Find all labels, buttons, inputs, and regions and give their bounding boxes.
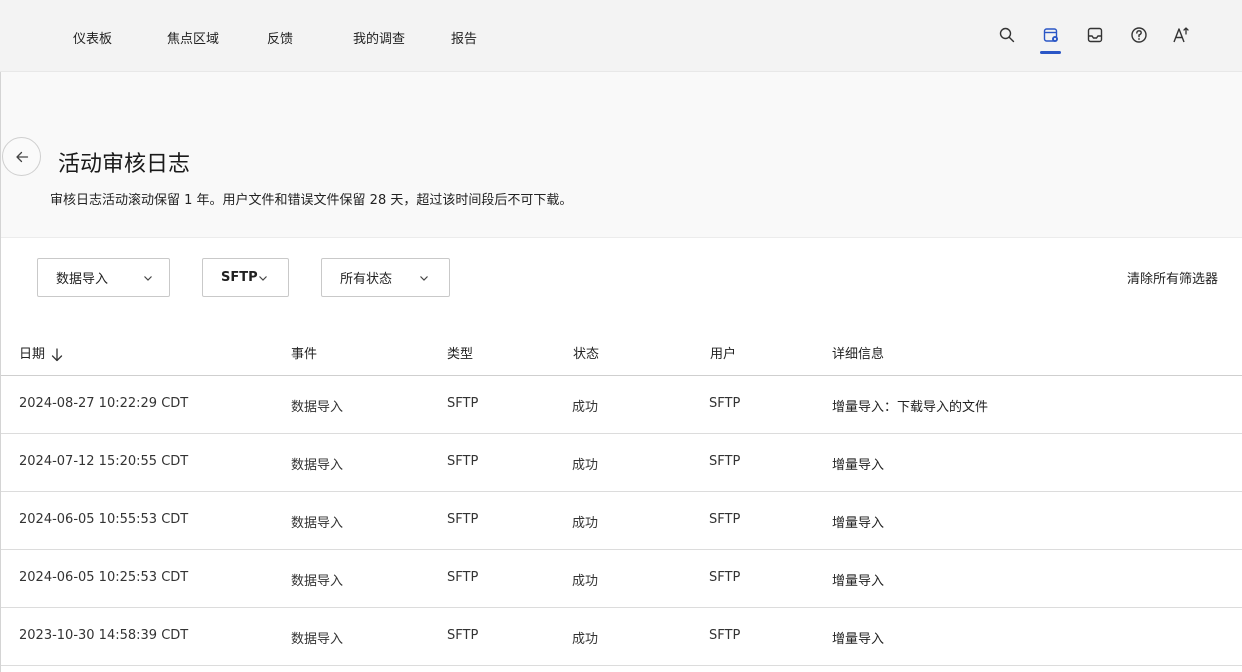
cell-user: SFTP — [709, 570, 741, 585]
cell-event: 数据导入 — [291, 574, 344, 589]
cell-type: SFTP — [447, 396, 479, 411]
column-header-details: 详细信息 — [832, 347, 885, 362]
cell-status: 成功 — [572, 400, 599, 415]
cell-status: 成功 — [572, 458, 599, 473]
cell-event: 数据导入 — [291, 400, 344, 415]
cell-user: SFTP — [709, 512, 741, 527]
back-button[interactable] — [2, 137, 41, 176]
cell-details: 增量导入 — [832, 516, 885, 531]
column-header-event: 事件 — [291, 347, 318, 362]
cell-type: SFTP — [447, 628, 479, 643]
cell-date: 2024-06-05 10:55:53 CDT — [19, 512, 189, 527]
top-navigation-bar: 仪表板 焦点区域 反馈 我的调查 报告 — [0, 0, 1242, 72]
nav-item-feedback[interactable]: 反馈 — [267, 28, 293, 47]
clear-all-filters-button[interactable]: 清除所有筛选器 — [1127, 268, 1218, 287]
cell-user: SFTP — [709, 454, 741, 469]
page-title: 活动审核日志 — [58, 152, 191, 177]
table-row[interactable]: 2024-07-12 15:20:55 CDT 数据导入 SFTP 成功 SFT… — [1, 434, 1242, 492]
nav-item-my-surveys[interactable]: 我的调查 — [353, 28, 405, 47]
search-icon[interactable] — [996, 24, 1018, 46]
cell-details: 增量导入 — [832, 458, 885, 473]
cell-event: 数据导入 — [291, 458, 344, 473]
cell-details[interactable]: 增量导入：下载导入的文件 — [832, 396, 988, 415]
column-header-user: 用户 — [710, 347, 737, 362]
table-row[interactable]: 2024-08-27 10:22:29 CDT 数据导入 SFTP 成功 SFT… — [1, 376, 1242, 434]
source-filter-dropdown[interactable]: SFTP — [202, 258, 289, 297]
cell-type: SFTP — [447, 512, 479, 527]
cell-status: 成功 — [572, 632, 599, 647]
cell-type: SFTP — [447, 454, 479, 469]
status-filter-value: 所有状态 — [340, 272, 393, 287]
chevron-down-icon — [259, 276, 267, 281]
cell-date: 2024-06-05 10:25:53 CDT — [19, 570, 189, 585]
column-header-date[interactable]: 日期 — [19, 343, 63, 362]
audit-log-content: 数据导入 SFTP 所有状态 清除所有筛选器 日期 事件 类型 状态 用户 详细… — [1, 237, 1242, 672]
cell-details: 增量导入 — [832, 574, 885, 589]
inbox-icon[interactable] — [1084, 24, 1106, 46]
table-row[interactable]: 2024-06-05 10:55:53 CDT 数据导入 SFTP 成功 SFT… — [1, 492, 1242, 550]
admin-calendar-gear-icon[interactable] — [1040, 24, 1062, 46]
sort-descending-icon — [51, 347, 63, 361]
event-type-filter-dropdown[interactable]: 数据导入 — [37, 258, 170, 297]
accessibility-text-icon[interactable] — [1170, 24, 1192, 46]
column-header-status: 状态 — [573, 347, 600, 362]
nav-item-dashboard[interactable]: 仪表板 — [73, 28, 112, 47]
cell-date: 2024-08-27 10:22:29 CDT — [19, 396, 189, 411]
cell-date: 2023-10-30 14:58:39 CDT — [19, 628, 189, 643]
status-filter-dropdown[interactable]: 所有状态 — [321, 258, 450, 297]
column-header-date-label: 日期 — [19, 347, 46, 362]
cell-status: 成功 — [572, 516, 599, 531]
cell-event: 数据导入 — [291, 632, 344, 647]
cell-user: SFTP — [709, 628, 741, 643]
cell-type: SFTP — [447, 570, 479, 585]
nav-item-reports[interactable]: 报告 — [451, 28, 477, 47]
column-header-type: 类型 — [447, 347, 474, 362]
page-subtitle: 审核日志活动滚动保留 1 年。用户文件和错误文件保留 28 天，超过该时间段后不… — [50, 193, 573, 208]
nav-item-focus-areas[interactable]: 焦点区域 — [167, 28, 219, 47]
cell-status: 成功 — [572, 574, 599, 589]
cell-event: 数据导入 — [291, 516, 344, 531]
arrow-left-icon — [15, 151, 28, 162]
cell-user: SFTP — [709, 396, 741, 411]
chevron-down-icon — [144, 276, 152, 281]
active-tab-indicator — [1040, 51, 1061, 54]
event-type-filter-value: 数据导入 — [56, 272, 109, 287]
chevron-down-icon — [420, 276, 428, 281]
table-row[interactable]: 2023-10-30 14:58:39 CDT 数据导入 SFTP 成功 SFT… — [1, 608, 1242, 666]
cell-details: 增量导入 — [832, 632, 885, 647]
source-filter-value: SFTP — [221, 270, 258, 285]
cell-date: 2024-07-12 15:20:55 CDT — [19, 454, 189, 469]
table-row[interactable]: 2024-06-05 10:25:53 CDT 数据导入 SFTP 成功 SFT… — [1, 550, 1242, 608]
help-icon[interactable] — [1128, 24, 1150, 46]
